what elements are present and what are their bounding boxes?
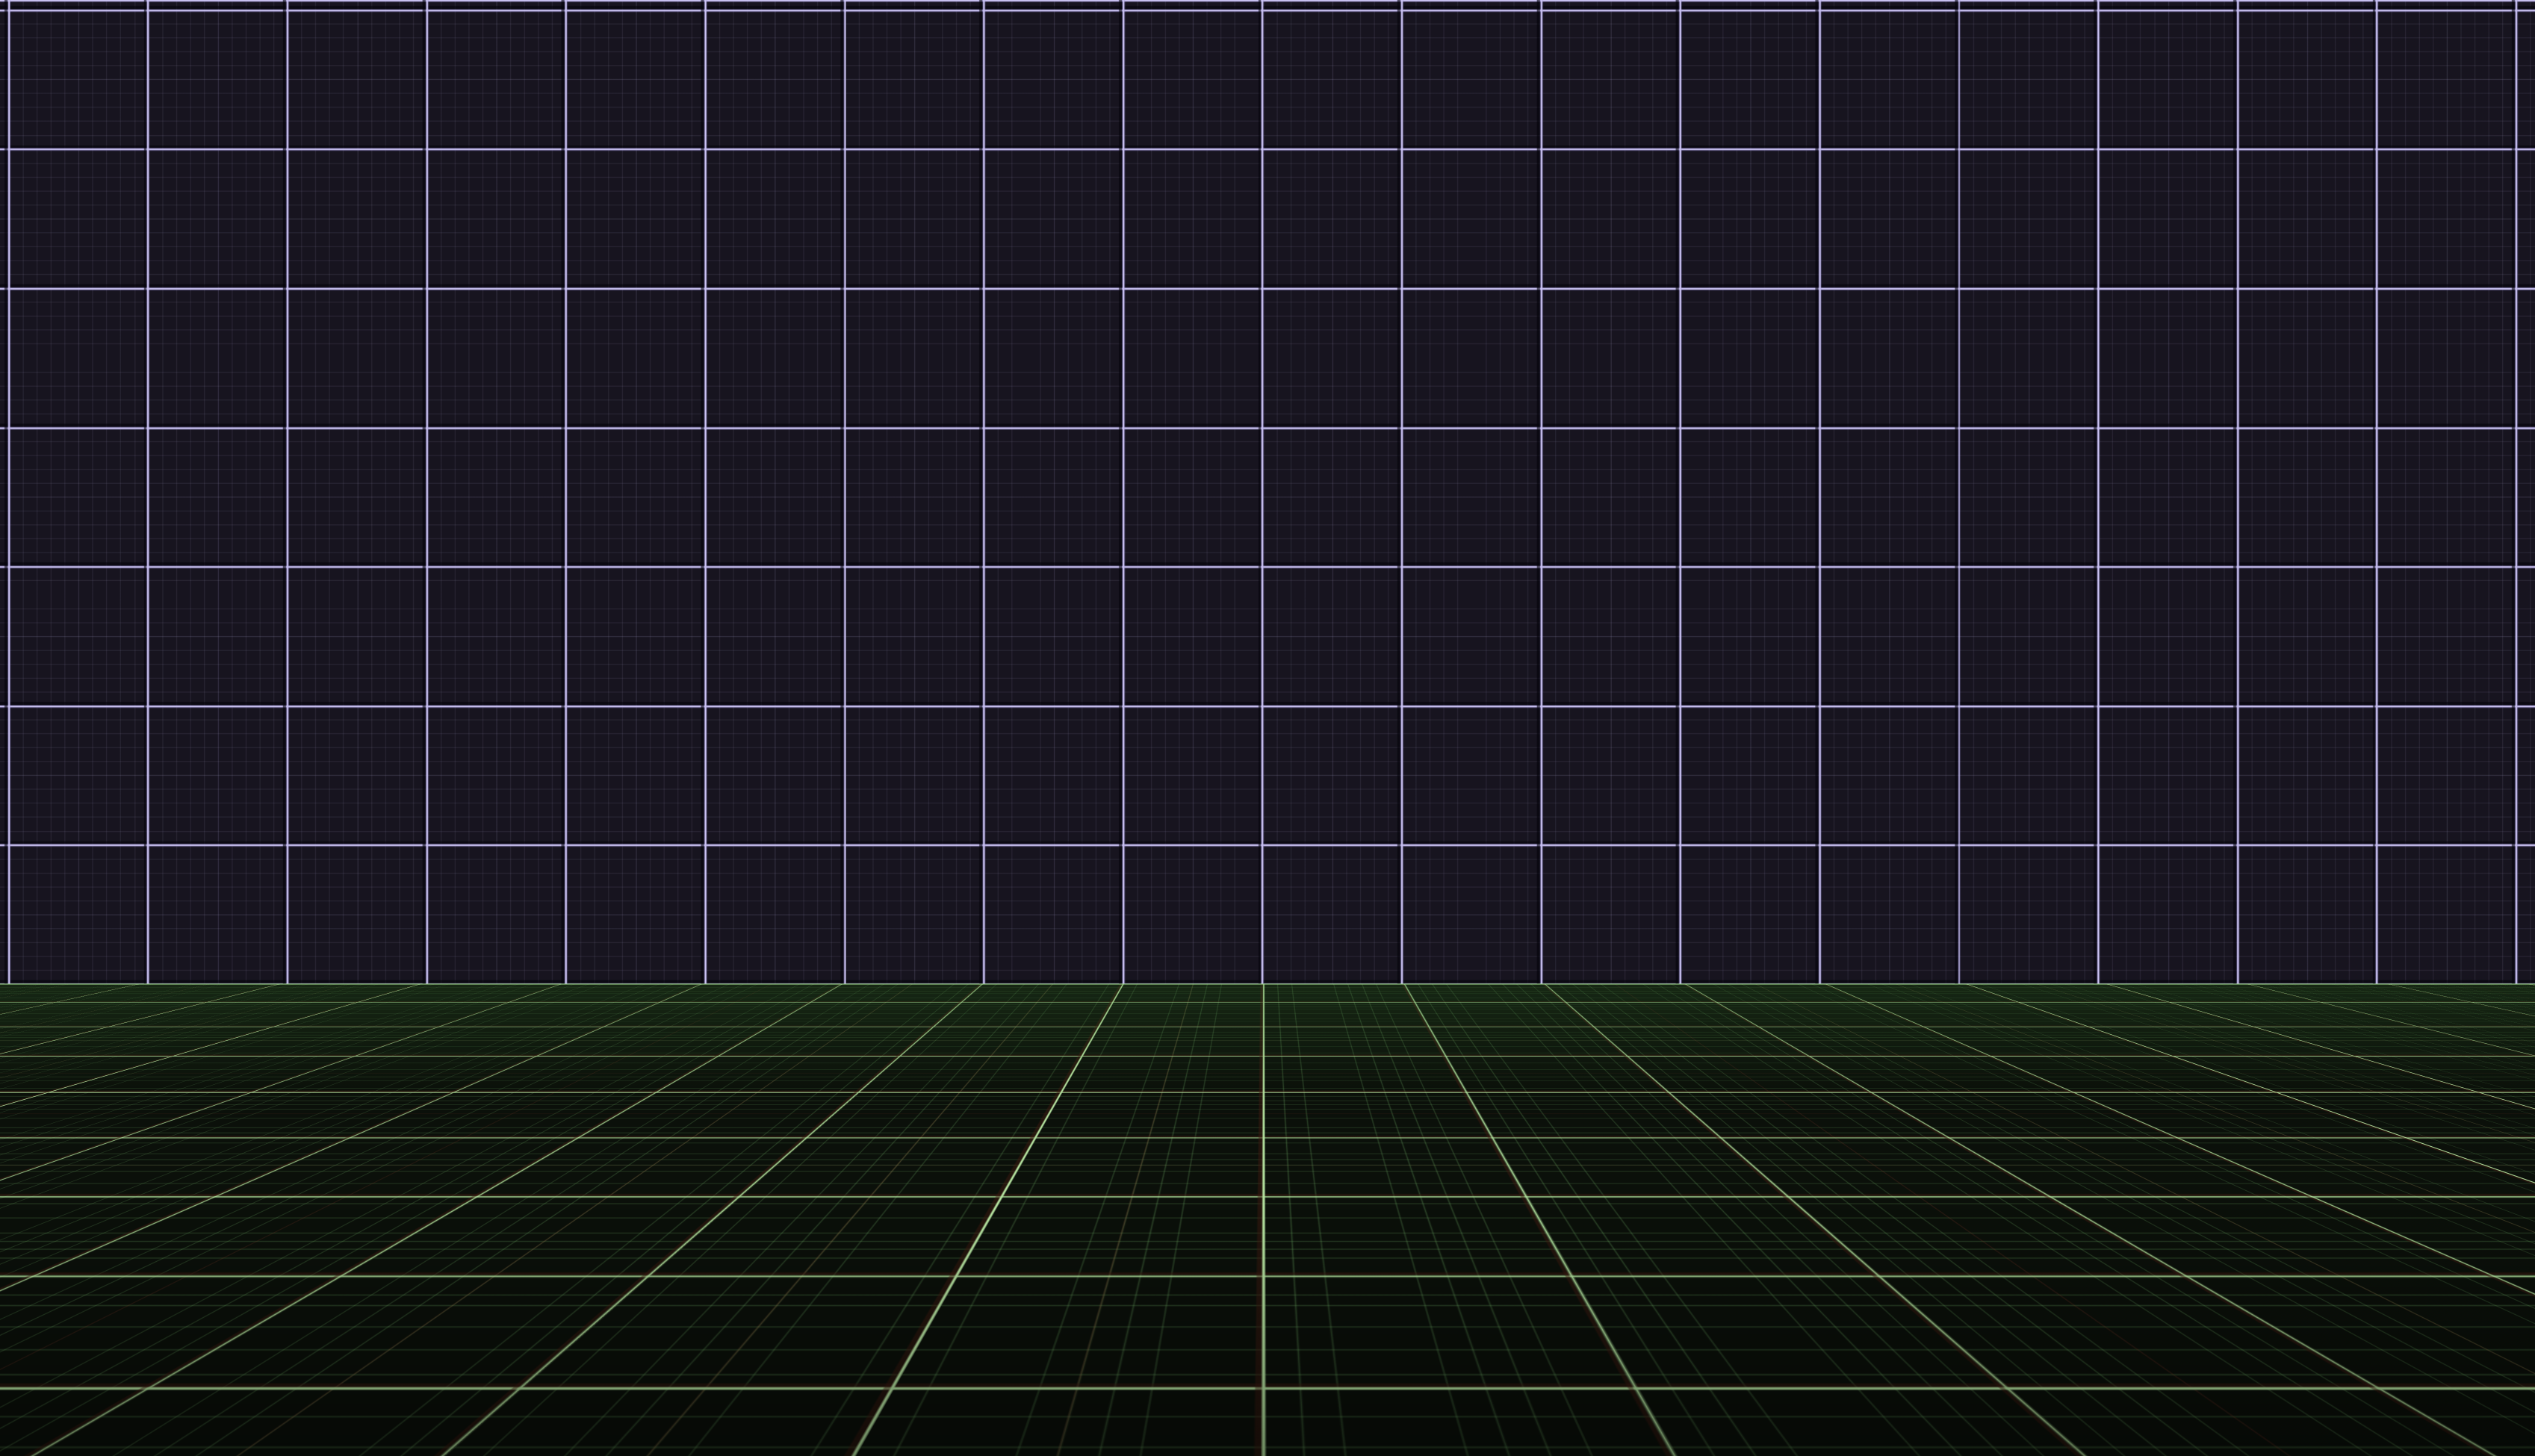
floor-grid-plane bbox=[0, 984, 2535, 1456]
floor-viewport bbox=[0, 984, 2535, 1456]
wall-grid bbox=[0, 0, 2535, 984]
scene-background bbox=[0, 0, 2535, 1456]
